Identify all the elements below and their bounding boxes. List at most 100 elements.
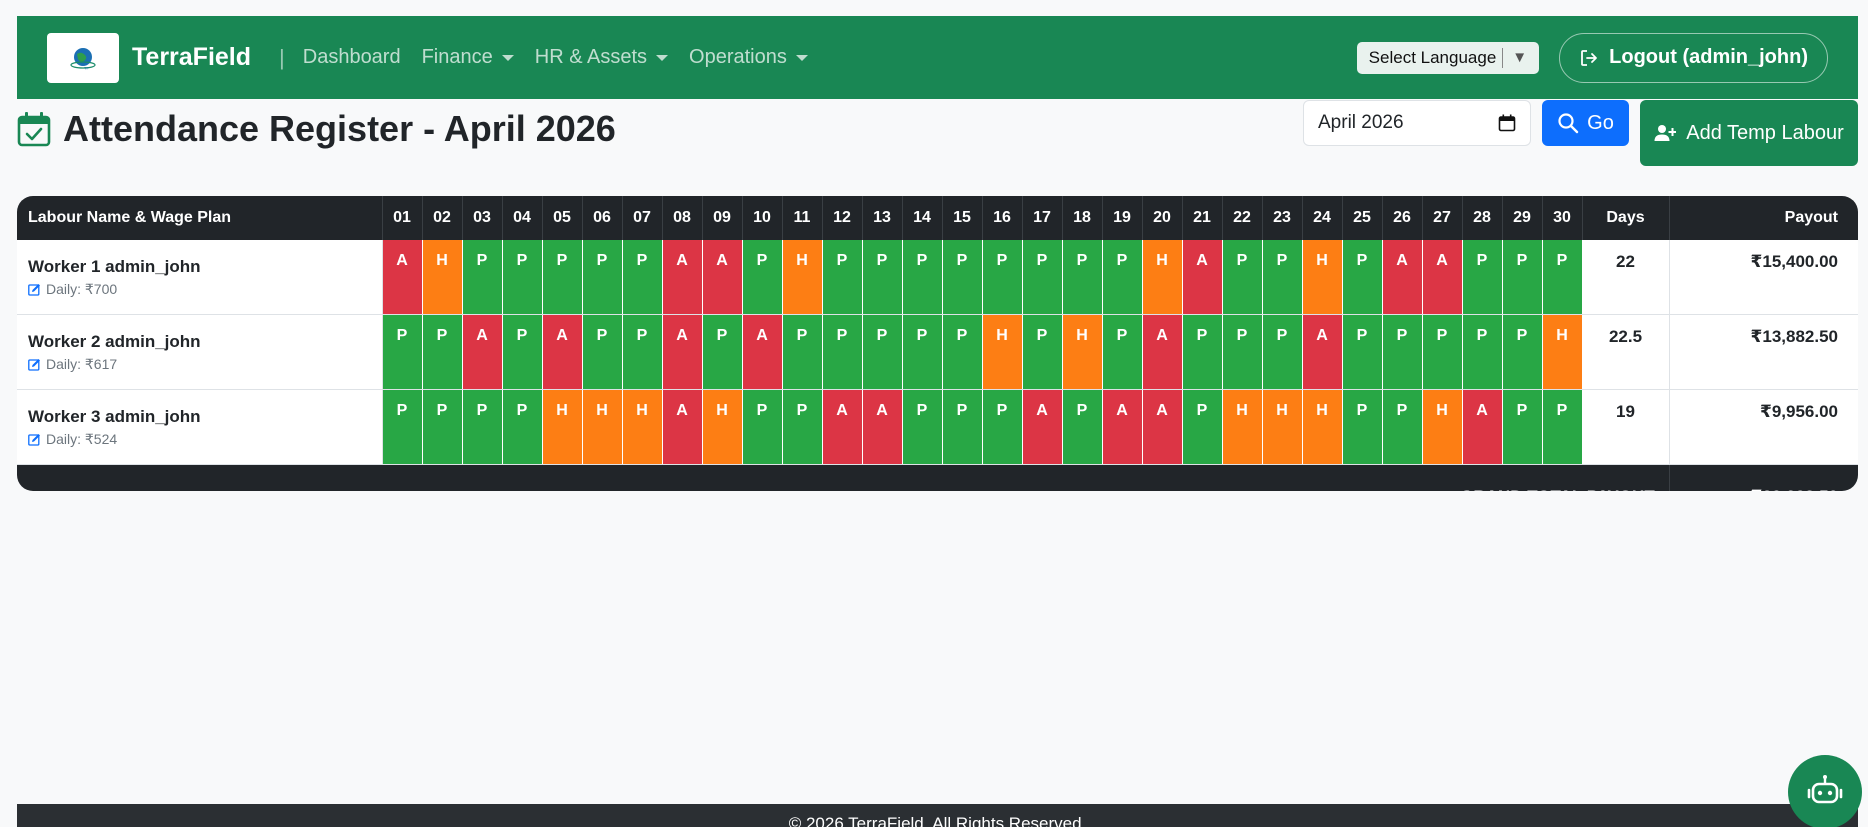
chatbot-button[interactable] [1788, 755, 1862, 827]
calendar-icon[interactable] [1498, 114, 1516, 132]
attendance-cell[interactable]: P [422, 389, 463, 465]
attendance-cell[interactable]: P [1382, 389, 1423, 465]
wage-plan-link[interactable]: Daily: ₹617 [28, 356, 382, 373]
attendance-cell[interactable]: A [1022, 389, 1063, 465]
attendance-cell[interactable]: A [1142, 389, 1183, 465]
attendance-cell[interactable]: A [1422, 240, 1463, 315]
attendance-cell[interactable]: P [982, 389, 1023, 465]
attendance-cell[interactable]: P [862, 240, 903, 315]
wage-plan-link[interactable]: Daily: ₹700 [28, 281, 382, 298]
attendance-cell[interactable]: A [542, 314, 583, 390]
attendance-cell[interactable]: A [1142, 314, 1183, 390]
attendance-cell[interactable]: P [622, 240, 663, 315]
attendance-cell[interactable]: P [1382, 314, 1423, 390]
attendance-cell[interactable]: P [462, 389, 503, 465]
attendance-cell[interactable]: P [382, 314, 423, 390]
attendance-cell[interactable]: P [462, 240, 503, 315]
attendance-cell[interactable]: H [542, 389, 583, 465]
attendance-cell[interactable]: A [862, 389, 903, 465]
attendance-cell[interactable]: P [1102, 314, 1143, 390]
attendance-cell[interactable]: A [662, 314, 703, 390]
attendance-cell[interactable]: P [942, 314, 983, 390]
attendance-cell[interactable]: P [1062, 389, 1103, 465]
attendance-cell[interactable]: P [1342, 240, 1383, 315]
attendance-cell[interactable]: P [1182, 314, 1223, 390]
attendance-cell[interactable]: P [1342, 314, 1383, 390]
attendance-cell[interactable]: H [1062, 314, 1103, 390]
attendance-cell[interactable]: P [902, 314, 943, 390]
attendance-cell[interactable]: P [502, 314, 543, 390]
attendance-cell[interactable]: P [1422, 314, 1463, 390]
attendance-cell[interactable]: P [1022, 314, 1063, 390]
attendance-cell[interactable]: H [1422, 389, 1463, 465]
attendance-cell[interactable]: P [1502, 389, 1543, 465]
attendance-cell[interactable]: H [422, 240, 463, 315]
attendance-cell[interactable]: P [542, 240, 583, 315]
attendance-cell[interactable]: A [1182, 240, 1223, 315]
attendance-cell[interactable]: P [1102, 240, 1143, 315]
attendance-cell[interactable]: P [942, 389, 983, 465]
attendance-cell[interactable]: H [1262, 389, 1303, 465]
attendance-cell[interactable]: P [902, 389, 943, 465]
attendance-cell[interactable]: P [1342, 389, 1383, 465]
attendance-cell[interactable]: H [582, 389, 623, 465]
attendance-cell[interactable]: A [1302, 314, 1343, 390]
attendance-cell[interactable]: P [902, 240, 943, 315]
attendance-cell[interactable]: P [782, 314, 823, 390]
attendance-cell[interactable]: P [422, 314, 463, 390]
nav-operations-dropdown[interactable]: Operations [689, 46, 808, 69]
attendance-cell[interactable]: H [982, 314, 1023, 390]
logout-button[interactable]: Logout (admin_john) [1559, 32, 1828, 83]
attendance-cell[interactable]: A [462, 314, 503, 390]
attendance-cell[interactable]: P [942, 240, 983, 315]
attendance-cell[interactable]: A [742, 314, 783, 390]
attendance-cell[interactable]: H [1542, 314, 1583, 390]
attendance-cell[interactable]: A [1102, 389, 1143, 465]
attendance-cell[interactable]: H [1302, 389, 1343, 465]
attendance-cell[interactable]: P [1262, 314, 1303, 390]
attendance-cell[interactable]: P [782, 389, 823, 465]
attendance-cell[interactable]: P [1222, 314, 1263, 390]
attendance-cell[interactable]: P [1062, 240, 1103, 315]
attendance-cell[interactable]: A [662, 240, 703, 315]
attendance-cell[interactable]: P [1222, 240, 1263, 315]
language-select[interactable]: Select Language ▼ [1356, 41, 1540, 74]
nav-dashboard[interactable]: Dashboard [303, 46, 401, 69]
attendance-cell[interactable]: P [702, 314, 743, 390]
attendance-cell[interactable]: P [1542, 240, 1583, 315]
attendance-cell[interactable]: P [1542, 389, 1583, 465]
attendance-cell[interactable]: P [382, 389, 423, 465]
wage-plan-link[interactable]: Daily: ₹524 [28, 431, 382, 448]
attendance-cell[interactable]: P [582, 240, 623, 315]
go-button[interactable]: Go [1542, 100, 1629, 146]
attendance-cell[interactable]: A [702, 240, 743, 315]
attendance-cell[interactable]: P [1262, 240, 1303, 315]
attendance-cell[interactable]: A [1382, 240, 1423, 315]
attendance-cell[interactable]: H [1222, 389, 1263, 465]
attendance-cell[interactable]: H [702, 389, 743, 465]
attendance-cell[interactable]: P [1182, 389, 1223, 465]
month-picker-input[interactable]: April 2026 [1303, 100, 1531, 146]
attendance-cell[interactable]: A [662, 389, 703, 465]
attendance-cell[interactable]: H [622, 389, 663, 465]
attendance-cell[interactable]: P [502, 240, 543, 315]
attendance-cell[interactable]: P [822, 240, 863, 315]
brand-name[interactable]: TerraField [132, 43, 251, 72]
attendance-cell[interactable]: P [742, 240, 783, 315]
attendance-cell[interactable]: P [1502, 240, 1543, 315]
attendance-cell[interactable]: P [582, 314, 623, 390]
attendance-cell[interactable]: P [982, 240, 1023, 315]
attendance-cell[interactable]: P [1502, 314, 1543, 390]
attendance-cell[interactable]: H [1142, 240, 1183, 315]
attendance-cell[interactable]: P [502, 389, 543, 465]
attendance-cell[interactable]: P [822, 314, 863, 390]
attendance-cell[interactable]: H [1302, 240, 1343, 315]
nav-hr-assets-dropdown[interactable]: HR & Assets [535, 46, 669, 69]
attendance-cell[interactable]: P [742, 389, 783, 465]
attendance-cell[interactable]: P [1022, 240, 1063, 315]
attendance-cell[interactable]: P [622, 314, 663, 390]
attendance-cell[interactable]: A [822, 389, 863, 465]
attendance-cell[interactable]: A [382, 240, 423, 315]
attendance-cell[interactable]: H [782, 240, 823, 315]
attendance-cell[interactable]: P [862, 314, 903, 390]
